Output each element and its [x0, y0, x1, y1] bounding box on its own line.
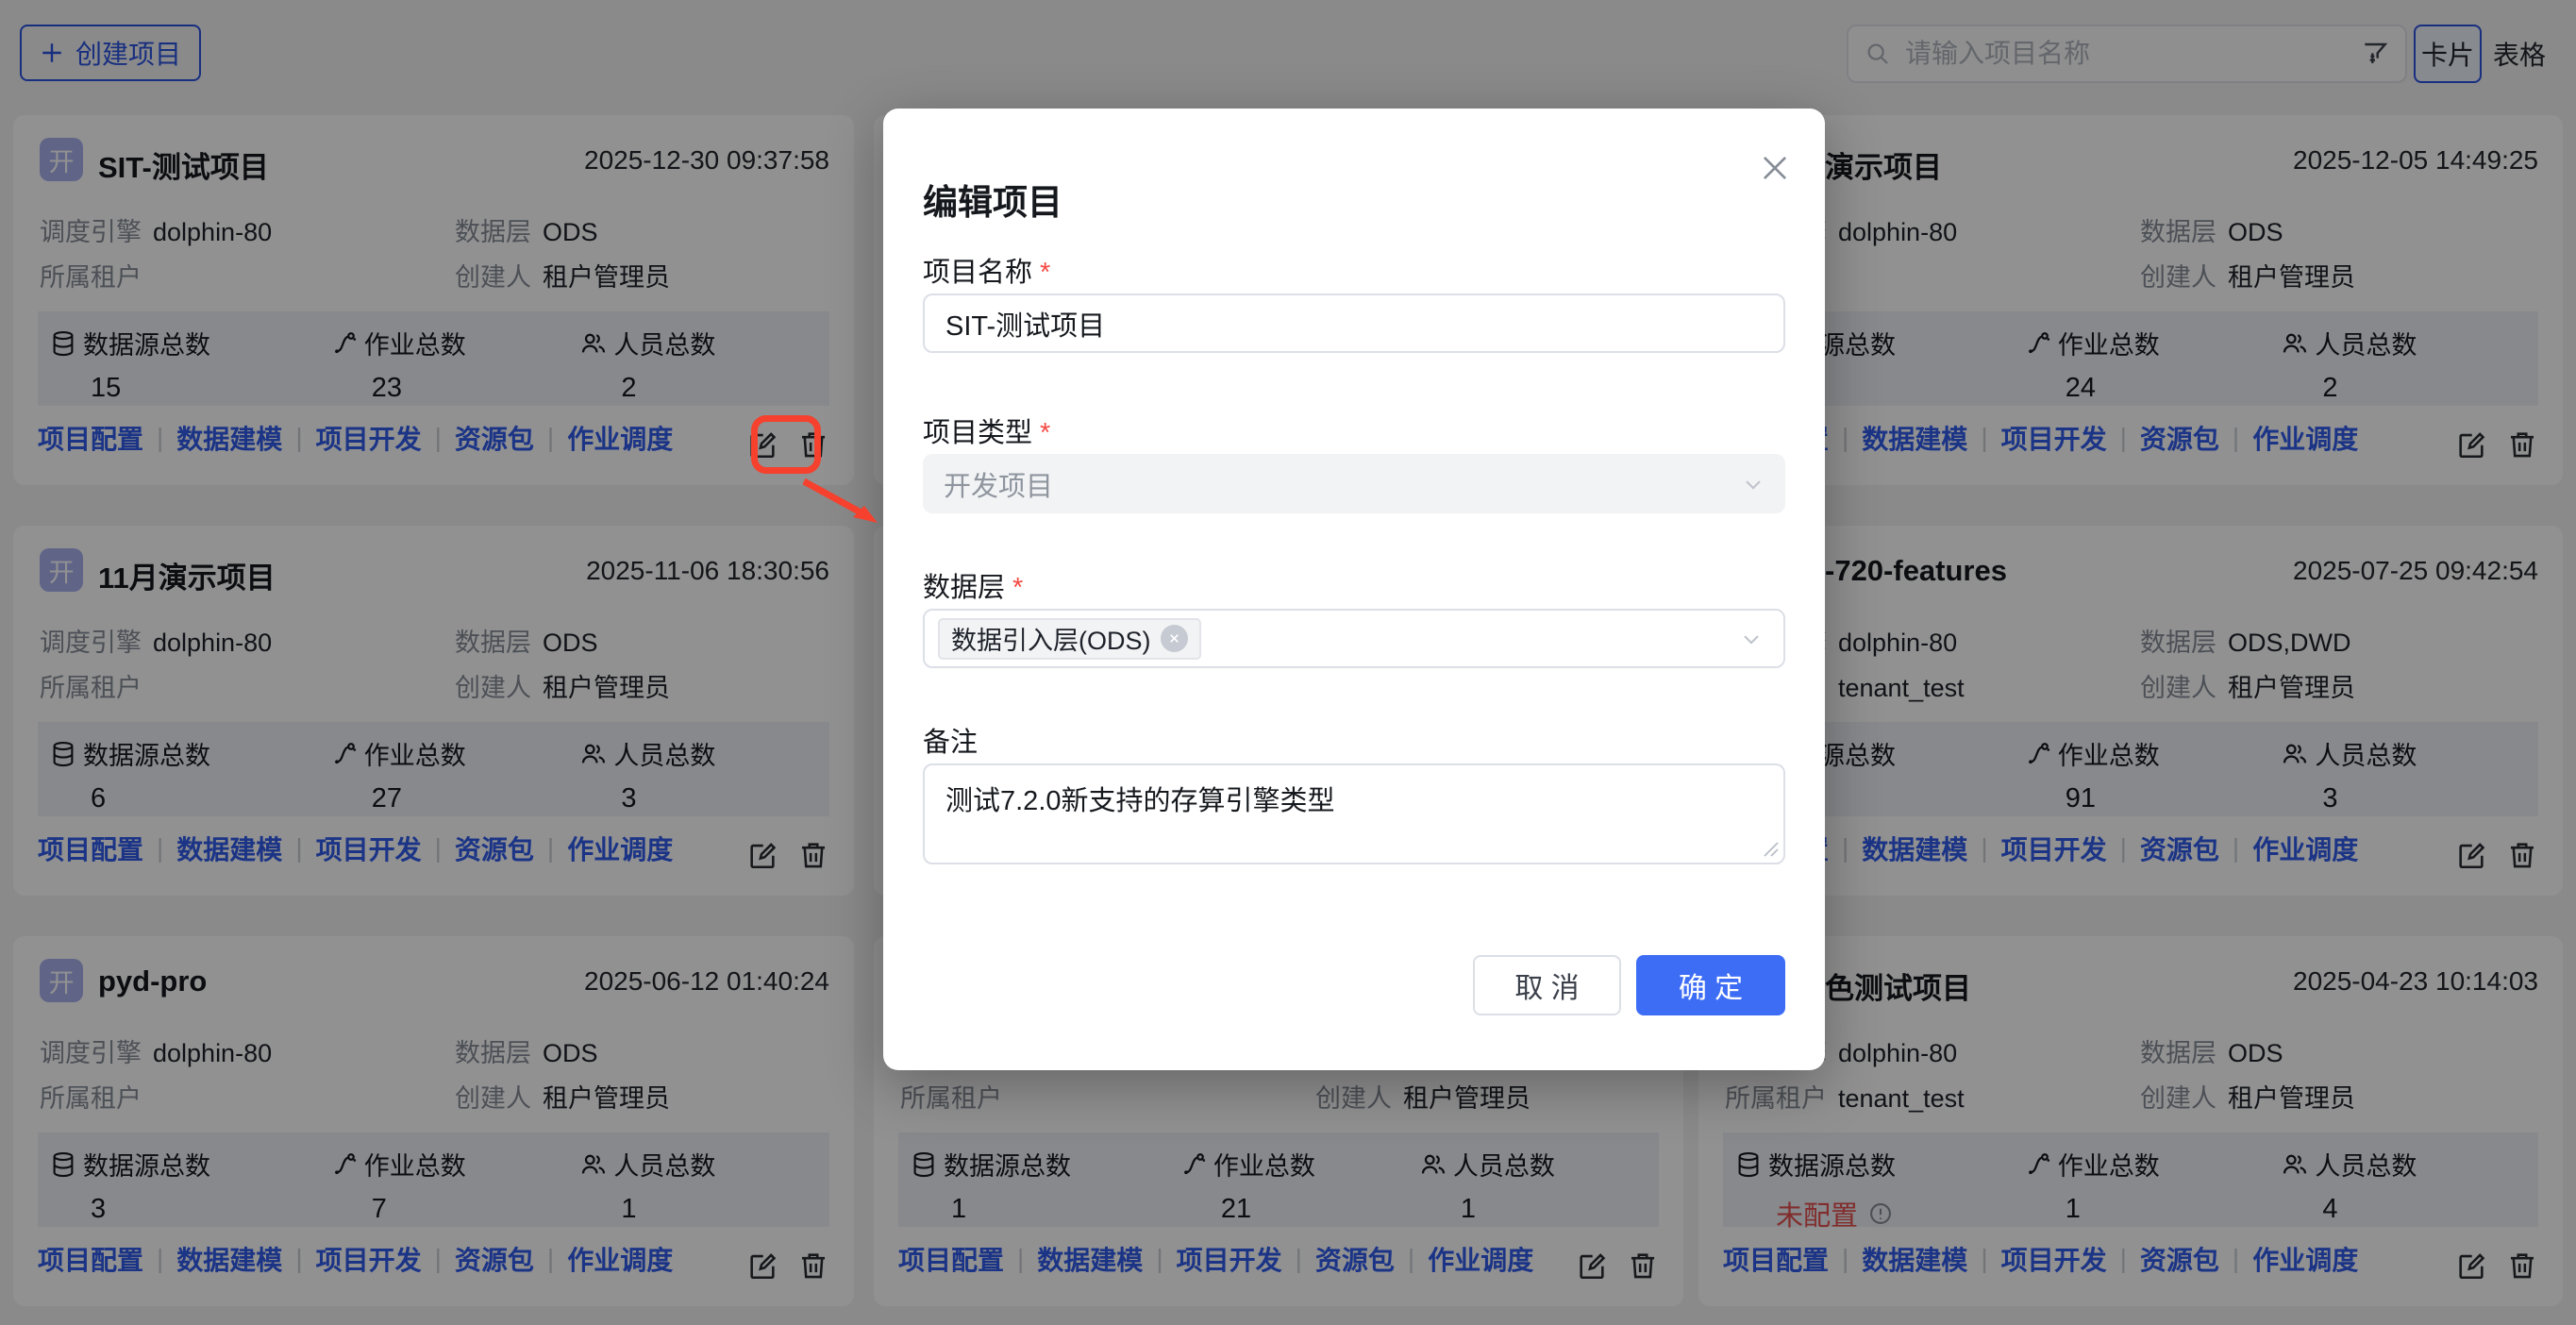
- remark-field-label: 备注: [923, 720, 978, 760]
- type-field-label: 项目类型*: [923, 411, 1050, 450]
- layer-tag: 数据引入层(ODS): [938, 618, 1201, 660]
- edit-project-modal: 编辑项目 项目名称* 项目类型* 开发项目 数据层* 数据引入层(ODS): [883, 109, 1825, 1070]
- annotation-highlight-box: [751, 415, 821, 474]
- layer-field-label: 数据层*: [923, 565, 1023, 605]
- project-name-input[interactable]: [923, 294, 1785, 353]
- chevron-down-icon: [1738, 626, 1765, 652]
- required-mark: *: [1040, 418, 1050, 448]
- modal-title: 编辑项目: [923, 174, 1062, 225]
- close-icon[interactable]: [1757, 150, 1793, 186]
- cancel-button[interactable]: 取 消: [1473, 955, 1621, 1015]
- data-layer-select[interactable]: 数据引入层(ODS): [923, 609, 1785, 668]
- tag-remove-icon[interactable]: [1161, 625, 1188, 652]
- project-type-select[interactable]: 开发项目: [923, 454, 1785, 513]
- confirm-button[interactable]: 确 定: [1636, 955, 1785, 1015]
- annotation-arrow: [791, 470, 895, 538]
- project-type-value: 开发项目: [944, 464, 1053, 504]
- name-field-label: 项目名称*: [923, 250, 1050, 290]
- required-mark: *: [1040, 258, 1050, 288]
- chevron-down-icon: [1740, 471, 1766, 497]
- remark-textarea[interactable]: 测试7.2.0新支持的存算引擎类型: [923, 763, 1785, 864]
- layer-tag-label: 数据引入层(ODS): [951, 620, 1151, 657]
- project-management-page: 创建项目 卡片 表格 开 SIT-测试项目 2025-12-30 09:37:5…: [0, 0, 2576, 1325]
- required-mark: *: [1012, 573, 1023, 603]
